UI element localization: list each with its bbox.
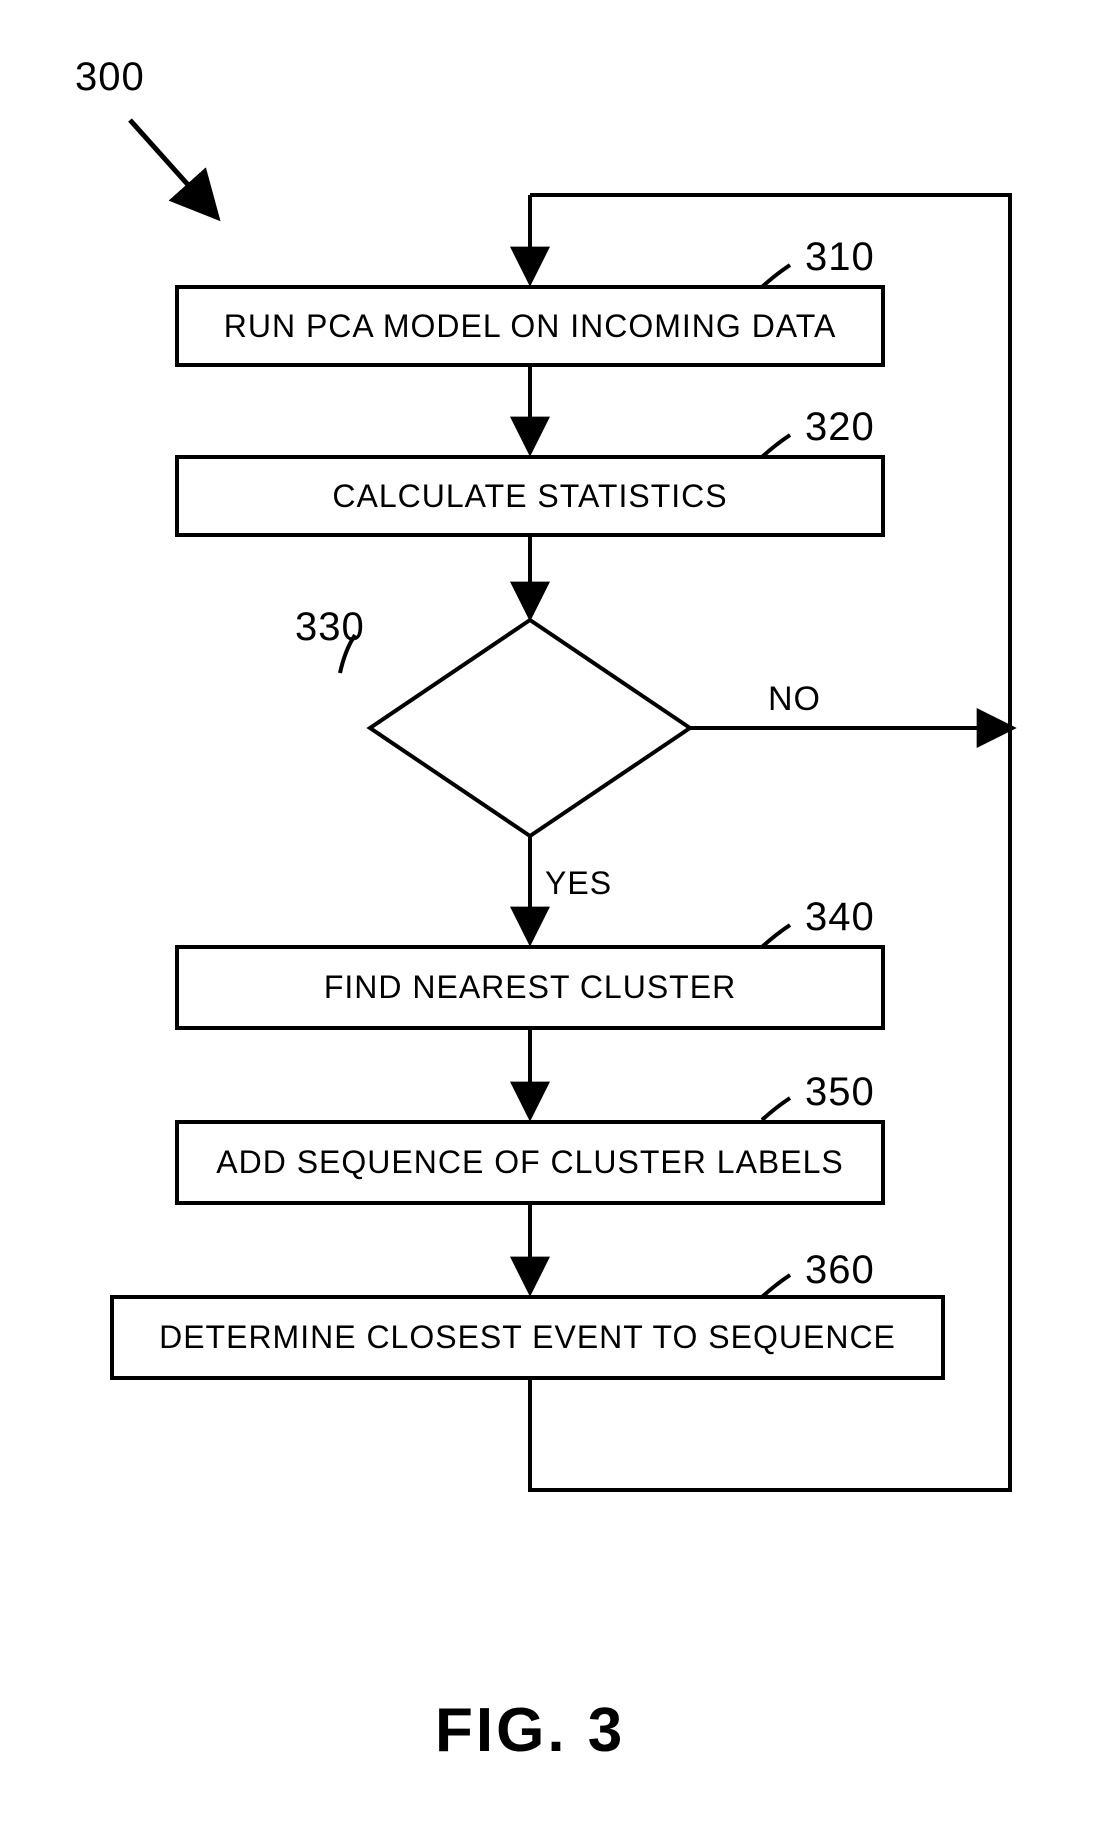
ref-tick-340: [762, 925, 790, 947]
ref-tick-350: [762, 1098, 790, 1120]
ref-tick-310: [762, 265, 790, 287]
loop-back-line: [530, 195, 1010, 1490]
flow-lines: [0, 0, 1100, 1838]
ref-tick-320: [762, 435, 790, 457]
decision-diamond: [370, 620, 690, 836]
figure-id-pointer: [130, 120, 215, 215]
ref-tick-360: [762, 1275, 790, 1297]
ref-tick-330: [340, 635, 355, 673]
